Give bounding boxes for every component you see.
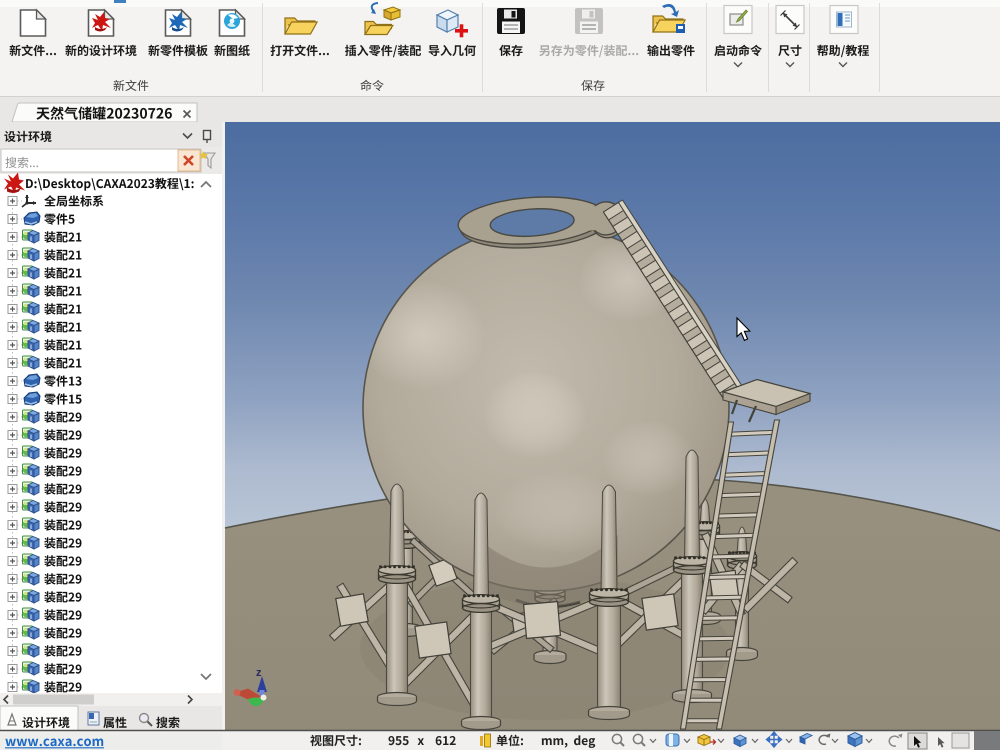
svg-text:z: z — [256, 667, 262, 679]
